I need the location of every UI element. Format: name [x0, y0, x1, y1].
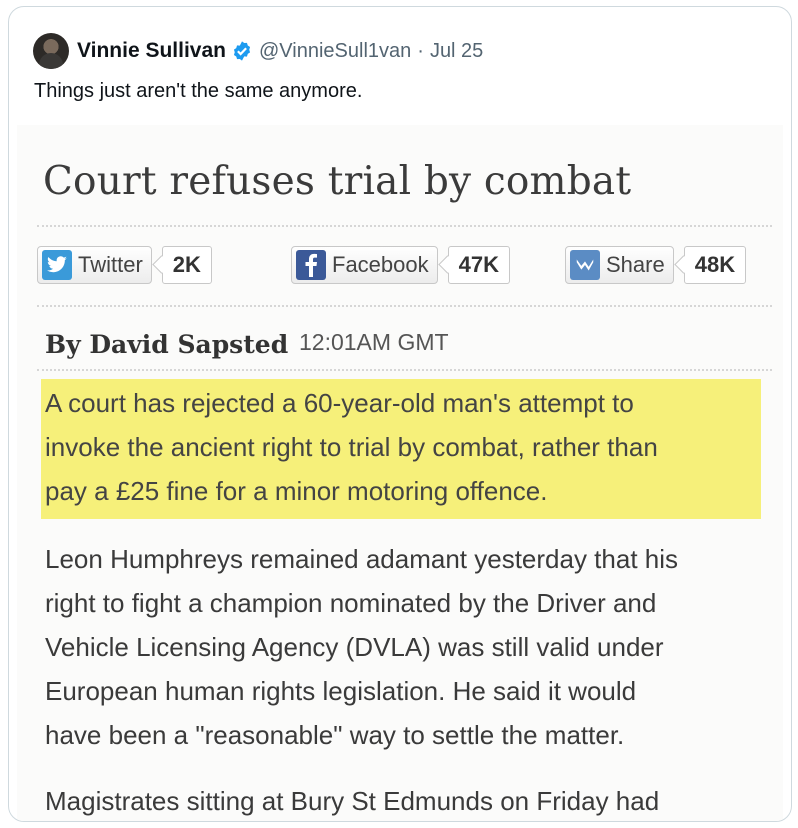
share-count: 48K — [683, 246, 747, 284]
lead-line: A court has rejected a 60-year-old man's… — [45, 388, 634, 418]
lead-line: invoke the ancient right to trial by com… — [45, 432, 658, 462]
lead-line: pay a £25 fine for a minor motoring offe… — [45, 476, 548, 506]
facebook-label: Facebook — [332, 252, 429, 277]
article-timestamp: 12:01AM GMT — [299, 329, 449, 355]
article-lead: A court has rejected a 60-year-old man's… — [45, 381, 658, 513]
article-paragraph: Leon Humphreys remained adamant yesterda… — [45, 537, 678, 757]
facebook-button[interactable]: Facebook — [291, 246, 438, 284]
facebook-icon — [296, 250, 326, 280]
paragraph-line: Vehicle Licensing Agency (DVLA) was stil… — [45, 632, 664, 662]
verified-badge-icon — [231, 40, 253, 62]
twitter-share-group: Twitter 2K — [37, 245, 212, 285]
separator-dot: · — [417, 39, 424, 62]
article-headline: Court refuses trial by combat — [43, 159, 632, 204]
avatar[interactable] — [33, 33, 69, 69]
facebook-share-group: Facebook 47K — [291, 245, 510, 285]
share-group: Share 48K — [565, 245, 747, 285]
tweet-date[interactable]: Jul 25 — [430, 40, 483, 63]
twitter-icon — [42, 250, 72, 280]
paragraph-line: European human rights legislation. He sa… — [45, 676, 637, 706]
share-label: Share — [606, 252, 665, 277]
paragraph-line: Leon Humphreys remained adamant yesterda… — [45, 544, 679, 574]
divider — [37, 369, 772, 371]
article-byline: By David Sapsted — [45, 330, 289, 359]
tweet-header: Vinnie Sullivan @VinnieSull1van · Jul 25 — [33, 31, 483, 71]
facebook-count: 47K — [447, 246, 510, 284]
twitter-label: Twitter — [78, 252, 143, 277]
author-name[interactable]: Vinnie Sullivan — [77, 39, 226, 63]
share-button[interactable]: Share — [565, 246, 674, 284]
twitter-count: 2K — [161, 246, 212, 284]
tweet-media-image[interactable]: Court refuses trial by combat Twitter 2K… — [17, 125, 783, 821]
paragraph-line: right to fight a champion nominated by t… — [45, 588, 657, 618]
share-icon — [570, 250, 600, 280]
author-handle[interactable]: @VinnieSull1van — [259, 40, 411, 63]
twitter-button[interactable]: Twitter — [37, 246, 152, 284]
paragraph-line: have been a "reasonable" way to settle t… — [45, 720, 625, 750]
tweet-card[interactable]: Vinnie Sullivan @VinnieSull1van · Jul 25… — [8, 6, 792, 822]
paragraph-line: Magistrates sitting at Bury St Edmunds o… — [45, 786, 660, 816]
divider — [37, 305, 772, 307]
tweet-text: Things just aren't the same anymore. — [34, 80, 363, 102]
article-paragraph: Magistrates sitting at Bury St Edmunds o… — [45, 779, 660, 821]
divider — [37, 225, 772, 227]
